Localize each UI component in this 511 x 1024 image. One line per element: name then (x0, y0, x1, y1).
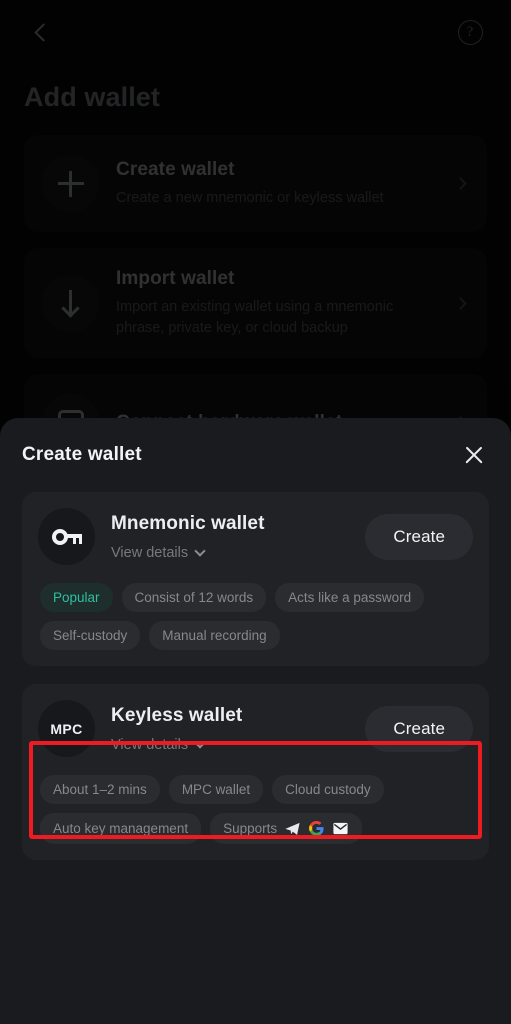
modal-title: Create wallet (22, 444, 142, 465)
keyless-create-button[interactable]: Create (365, 705, 473, 752)
chevron-down-icon (194, 544, 206, 557)
tag-acts-like-a-password: Acts like a password (275, 583, 425, 612)
mnemonic-wallet-title: Mnemonic wallet (111, 512, 265, 534)
chevron-down-icon (194, 736, 206, 749)
tag-cloud-custody: Cloud custody (272, 775, 384, 804)
tag-popular: Popular (40, 583, 113, 612)
mnemonic-view-details-toggle[interactable]: View details (111, 545, 349, 561)
view-details-label: View details (111, 544, 189, 561)
keyless-wallet-option[interactable]: MPC Keyless wallet View details Create A… (22, 684, 489, 860)
mnemonic-wallet-option[interactable]: Mnemonic wallet View details Create Popu… (22, 492, 489, 666)
tag-supports-label: Supports (223, 821, 278, 836)
mpc-badge-label: MPC (50, 720, 83, 737)
google-icon (309, 820, 324, 836)
keyless-view-details-toggle[interactable]: View details (111, 737, 349, 753)
tag-self-custody: Self-custody (40, 621, 141, 650)
tag-auto-key-management: Auto key management (40, 813, 202, 844)
mpc-icon: MPC (38, 700, 95, 757)
create-wallet-modal: Create wallet Mnemonic wallet View detai… (0, 418, 511, 1024)
view-details-label: View details (111, 736, 189, 753)
tag-mpc-wallet: MPC wallet (168, 775, 264, 804)
tag-supports: Supports (210, 813, 363, 844)
close-icon[interactable] (459, 440, 489, 470)
mnemonic-tag-list: Popular Consist of 12 words Acts like a … (38, 583, 473, 652)
mnemonic-create-button[interactable]: Create (365, 513, 473, 560)
modal-header: Create wallet (22, 418, 489, 492)
telegram-icon (285, 822, 300, 835)
tag-consist-of-12-words: Consist of 12 words (121, 583, 267, 612)
email-icon (333, 822, 348, 835)
tag-about-1-2-mins: About 1–2 mins (40, 775, 160, 804)
key-icon (38, 508, 95, 565)
tag-manual-recording: Manual recording (149, 621, 280, 650)
keyless-wallet-title: Keyless wallet (111, 704, 243, 726)
keyless-tag-list: About 1–2 mins MPC wallet Cloud custody … (38, 775, 473, 846)
